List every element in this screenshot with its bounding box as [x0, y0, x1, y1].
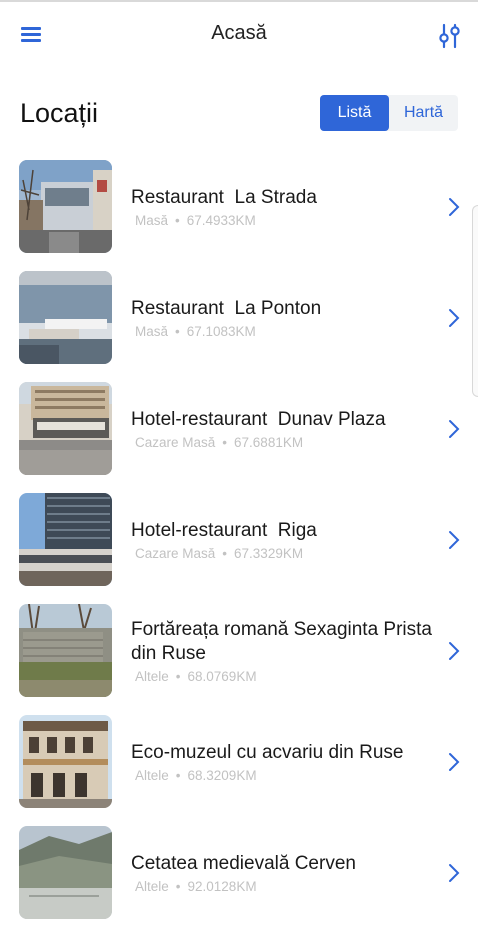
location-meta: Altele • 68.0769KM	[135, 669, 257, 684]
location-photo	[19, 715, 112, 808]
map-view-button[interactable]: Hartă	[389, 95, 458, 131]
view-toggle: Listă Hartă	[320, 95, 458, 131]
location-distance: 68.3209KM	[187, 768, 257, 783]
list-item[interactable]: Hotel-restaurant Riga Cazare Masă • 67.332…	[0, 490, 478, 601]
location-meta: Cazare Masă • 67.3329KM	[135, 546, 304, 561]
location-distance: 92.0128KM	[187, 879, 257, 894]
list-item[interactable]: Restaurant La Strada Masă • 67.4933KM	[0, 157, 478, 268]
page-title: Locații	[20, 98, 99, 128]
list-item[interactable]: Fortăreața romană Sexaginta Prista din R…	[0, 601, 478, 712]
list-item[interactable]: Hotel-restaurant Dunav Plaza Cazare Masă…	[0, 379, 478, 490]
location-info: Eco-muzeul cu acvariu din Ruse Altele • 68…	[131, 712, 434, 812]
location-info: Fortăreața romană Sexaginta Prista din R…	[131, 601, 434, 701]
location-category: Masă	[135, 213, 169, 228]
location-distance: 67.4933KM	[186, 213, 256, 228]
location-name: Restaurant La Ponton	[131, 298, 322, 319]
location-name: Restaurant La Strada	[131, 187, 317, 208]
list-item[interactable]: Eco-muzeul cu acvariu din Ruse Altele • 68…	[0, 712, 478, 823]
location-category: Masă	[135, 324, 169, 339]
location-category: Cazare Masă	[135, 546, 216, 561]
chevron-right-icon	[449, 642, 460, 660]
locations-list: Restaurant La Strada Masă • 67.4933KM Rest…	[0, 157, 478, 934]
location-category: Altele	[135, 879, 169, 894]
location-photo	[19, 160, 112, 253]
location-name: Eco-muzeul cu acvariu din Ruse	[131, 742, 404, 763]
location-meta: Altele • 68.3209KM	[135, 768, 257, 783]
location-meta: Altele • 92.0128KM	[135, 879, 257, 894]
chevron-right-icon	[449, 309, 460, 327]
list-item[interactable]: Restaurant La Ponton Masă • 67.1083KM	[0, 268, 478, 379]
location-photo	[19, 382, 112, 475]
location-name: Hotel-restaurant Riga	[131, 520, 317, 541]
location-name: Fortăreața romană Sexaginta Prista din R…	[131, 619, 438, 664]
chevron-right-icon	[449, 198, 460, 216]
chevron-right-icon	[449, 864, 460, 882]
location-distance: 68.0769KM	[187, 669, 257, 684]
location-info: Restaurant La Strada Masă • 67.4933KM	[131, 157, 434, 257]
chevron-right-icon	[449, 753, 460, 771]
sliders-icon[interactable]	[434, 20, 466, 52]
location-photo	[19, 604, 112, 697]
location-name: Cetatea medievală Cerven	[131, 853, 356, 874]
list-item[interactable]: Cetatea medievală Cerven Altele • 92.0128K…	[0, 823, 478, 934]
list-view-button[interactable]: Listă	[320, 95, 389, 131]
location-distance: 67.6881KM	[234, 435, 304, 450]
location-info: Hotel-restaurant Dunav Plaza Cazare Masă…	[131, 379, 434, 479]
location-meta: Masă • 67.4933KM	[135, 213, 256, 228]
location-category: Altele	[135, 669, 169, 684]
chevron-right-icon	[449, 420, 460, 438]
location-info: Restaurant La Ponton Masă • 67.1083KM	[131, 268, 434, 368]
location-photo	[19, 493, 112, 586]
location-category: Cazare Masă	[135, 435, 216, 450]
location-name: Hotel-restaurant Dunav Plaza	[131, 409, 386, 430]
location-category: Altele	[135, 768, 169, 783]
edge-panel-handle[interactable]	[472, 205, 478, 397]
location-info: Hotel-restaurant Riga Cazare Masă • 67.332…	[131, 490, 434, 590]
location-distance: 67.3329KM	[234, 546, 304, 561]
location-meta: Cazare Masă • 67.6881KM	[135, 435, 304, 450]
app-bar-title: Acasă	[211, 22, 267, 44]
locations-header: Locații Listă Hartă	[0, 90, 478, 140]
location-photo	[19, 271, 112, 364]
location-photo	[19, 826, 112, 919]
location-info: Cetatea medievală Cerven Altele • 92.0128K…	[131, 823, 434, 923]
chevron-right-icon	[449, 531, 460, 549]
app-bar: Acasă	[0, 2, 478, 66]
location-meta: Masă • 67.1083KM	[135, 324, 256, 339]
location-distance: 67.1083KM	[186, 324, 256, 339]
